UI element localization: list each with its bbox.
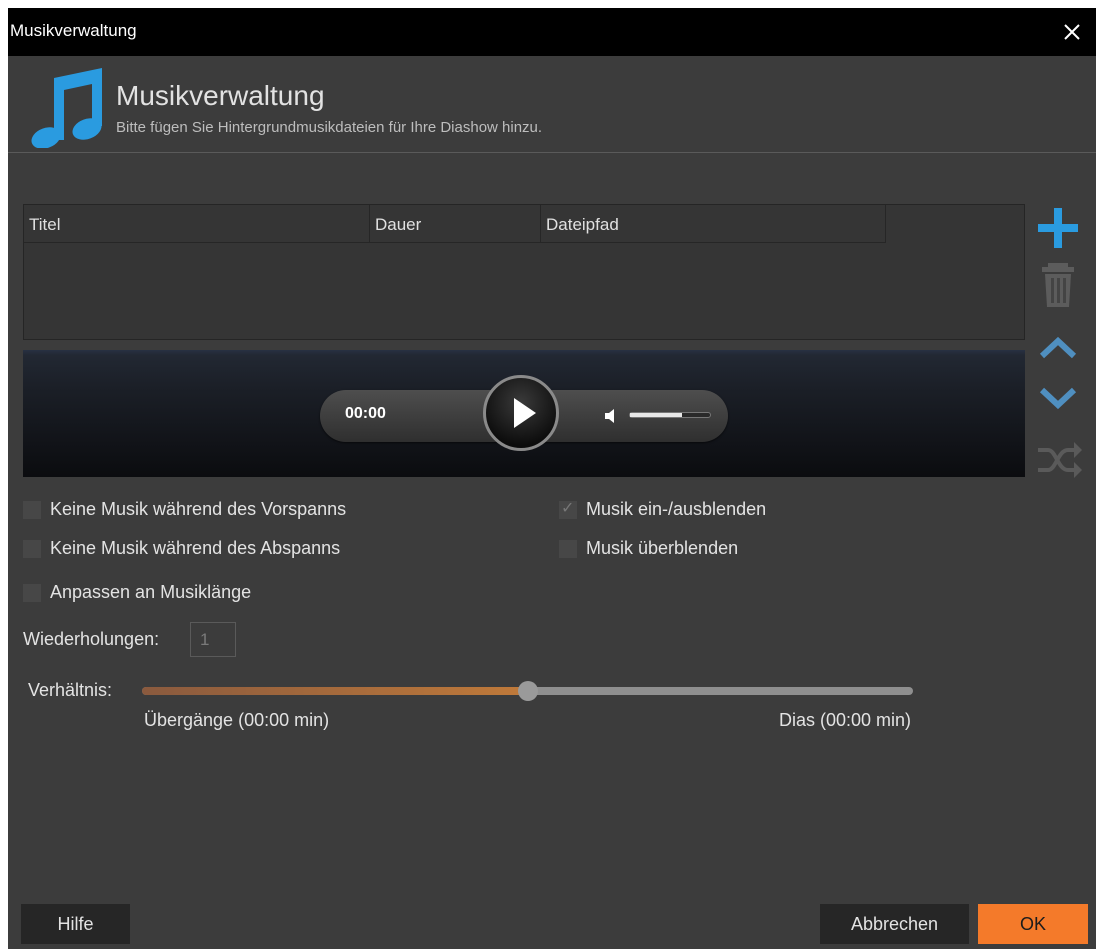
play-button[interactable] (483, 375, 559, 451)
option-no-music-intro[interactable]: Keine Musik während des Vorspanns (23, 499, 346, 520)
ratio-slider[interactable] (142, 681, 913, 701)
option-label: Musik ein-/ausblenden (586, 499, 767, 519)
play-icon (514, 398, 536, 428)
trash-icon (1042, 263, 1074, 307)
checkbox-no-music-intro[interactable] (23, 500, 41, 519)
option-label: Keine Musik während des Vorspanns (50, 499, 347, 519)
player-control-bar: 00:00 (320, 375, 728, 451)
header-subtitle: Bitte fügen Sie Hintergrundmusikdateien … (116, 119, 543, 136)
shuffle-button[interactable] (1036, 438, 1082, 482)
header-title: Musikverwaltung (116, 80, 325, 111)
header-divider (8, 152, 1096, 153)
add-music-button[interactable] (1036, 206, 1080, 250)
chevron-up-icon (1039, 336, 1077, 359)
option-fade-in-out[interactable]: Musik ein-/ausblenden (559, 498, 767, 520)
delete-music-button[interactable] (1036, 260, 1080, 307)
checkbox-fit-to-music[interactable] (23, 583, 41, 602)
checkbox-no-music-outro[interactable] (23, 539, 41, 558)
option-crossfade[interactable]: Musik überblenden (559, 538, 738, 559)
cancel-button[interactable]: Abbrechen (820, 904, 969, 944)
transitions-duration-label: Übergänge (00:00 min) (144, 710, 330, 730)
option-label: Anpassen an Musiklänge (50, 582, 252, 602)
slides-duration-label: Dias (00:00 min) (778, 710, 911, 730)
ratio-label: Verhältnis: (28, 680, 113, 700)
time-display: 00:00 (345, 405, 386, 422)
ratio-slider-thumb[interactable] (517, 681, 538, 701)
plus-icon (1038, 208, 1078, 248)
help-button[interactable]: Hilfe (21, 904, 130, 944)
option-label: Keine Musik während des Abspanns (50, 538, 341, 558)
shuffle-icon (1038, 442, 1082, 478)
window-title: Musikverwaltung (10, 21, 137, 40)
column-header-duration[interactable]: Dauer (370, 205, 541, 243)
column-header-filepath[interactable]: Dateipfad (541, 205, 886, 243)
option-no-music-outro[interactable]: Keine Musik während des Abspanns (23, 538, 340, 559)
checkbox-crossfade[interactable] (559, 539, 577, 558)
volume-slider[interactable] (629, 412, 711, 418)
move-down-button[interactable] (1036, 374, 1080, 418)
music-track-table[interactable]: Titel Dauer Dateipfad (23, 204, 1025, 340)
close-icon (1064, 24, 1080, 40)
option-fit-to-music[interactable]: Anpassen an Musiklänge (23, 582, 251, 603)
column-header-title[interactable]: Titel (24, 205, 370, 243)
option-label: Musik überblenden (586, 538, 739, 558)
speaker-icon[interactable] (603, 406, 623, 426)
chevron-down-icon (1039, 387, 1077, 410)
repetitions-input[interactable]: 1 (190, 622, 236, 657)
repetitions-label: Wiederholungen: (23, 629, 160, 649)
title-bar: Musikverwaltung (8, 8, 1096, 56)
music-note-icon (31, 68, 102, 148)
volume-level (630, 413, 682, 417)
music-manager-dialog: Musikverwaltung Musikverwaltung Bitte fü… (8, 8, 1096, 949)
ratio-slider-fill (142, 687, 528, 695)
checkbox-fade-in-out[interactable] (559, 498, 577, 519)
close-button[interactable] (1048, 8, 1096, 56)
move-up-button[interactable] (1036, 328, 1080, 372)
audio-player: 00:00 (23, 350, 1025, 477)
ok-button[interactable]: OK (978, 904, 1088, 944)
